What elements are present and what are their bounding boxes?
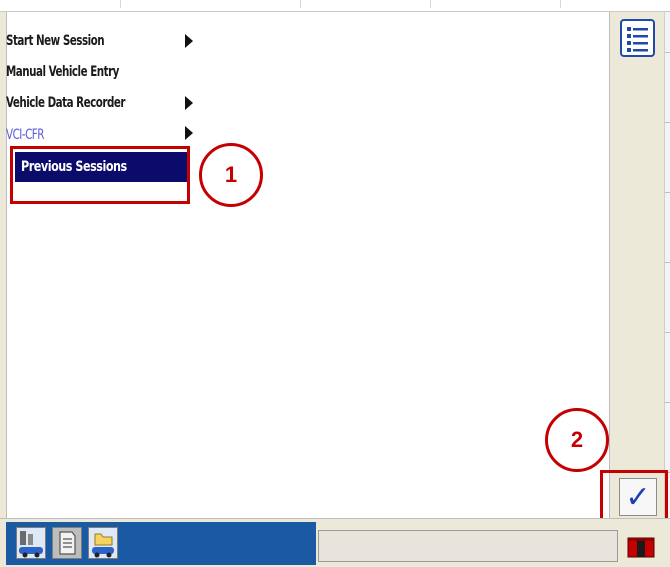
checkmark-icon: ✓ [625,479,651,515]
vehicle-diagnostics-icon[interactable] [16,527,46,559]
menu-item-vehicle-data-recorder[interactable]: Vehicle Data Recorder [6,89,155,117]
right-edge-scrollbar [664,12,670,518]
exit-icon[interactable] [624,534,658,560]
highlight-box-previous-sessions [10,146,190,204]
folder-car-icon[interactable] [88,527,118,559]
menu-item-manual-vehicle-entry[interactable]: Manual Vehicle Entry [6,58,155,86]
list-icon [627,27,648,52]
callout-1: 1 [199,143,263,207]
submenu-arrow-icon [185,126,193,140]
right-toolbar-panel [612,12,670,518]
status-field [318,530,618,562]
menu-item-label: VCI-CFR [6,127,44,143]
submenu-arrow-icon [185,96,193,110]
list-view-button[interactable] [620,19,655,57]
menu-item-label: Start New Session [6,33,105,49]
menu-item-label: Vehicle Data Recorder [6,95,126,111]
confirm-button[interactable]: ✓ [619,478,657,516]
menu-item-vci-cfr[interactable]: VCI-CFR [6,121,155,149]
submenu-arrow-icon [185,34,193,48]
menu-item-label: Manual Vehicle Entry [6,64,119,80]
app-window: Start New Session Manual Vehicle Entry V… [0,0,670,567]
callout-2: 2 [545,408,609,472]
document-icon[interactable] [52,527,82,559]
top-header-strip [0,0,670,12]
menu-item-start-new-session[interactable]: Start New Session [6,27,155,55]
